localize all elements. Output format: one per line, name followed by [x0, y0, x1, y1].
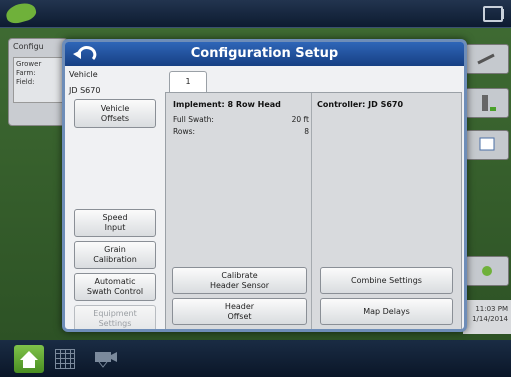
- calibrate-header-sensor-button[interactable]: Calibrate Header Sensor: [172, 267, 307, 294]
- camera-icon[interactable]: [94, 350, 118, 368]
- background-config-title: Configu: [13, 42, 44, 51]
- header-offset-button[interactable]: Header Offset: [172, 298, 307, 325]
- tab-1[interactable]: 1: [169, 71, 207, 93]
- rows-value: 8: [304, 127, 309, 136]
- full-swath-label: Full Swath:: [173, 115, 214, 124]
- device-button[interactable]: [465, 88, 509, 118]
- map-delays-button[interactable]: Map Delays: [320, 298, 453, 325]
- right-sidebar: 11:03 PM 1/14/2014: [463, 38, 511, 334]
- equipment-settings-button: Equipment Settings: [74, 305, 156, 329]
- controller-column: Controller: JD S670 Combine Settings Map…: [314, 93, 459, 329]
- full-swath-value: 20 ft: [291, 115, 309, 124]
- bottom-bar: [0, 340, 511, 377]
- tab-panel: Implement: 8 Row Head Full Swath: 20 ft …: [165, 92, 462, 329]
- clock-display: 11:03 PM 1/14/2014: [463, 300, 511, 334]
- full-swath-row: Full Swath: 20 ft: [173, 115, 309, 124]
- vehicle-name: JD S670: [69, 86, 101, 95]
- time-text: 11:03 PM: [475, 305, 508, 313]
- rows-label: Rows:: [173, 127, 196, 136]
- speed-input-button[interactable]: Speed Input: [74, 209, 156, 237]
- grid-icon[interactable]: [55, 349, 75, 369]
- date-text: 1/14/2014: [472, 315, 508, 323]
- vehicle-column: Vehicle JD S670 Vehicle Offsets Speed In…: [65, 66, 165, 329]
- implement-heading: Implement: 8 Row Head: [173, 100, 281, 109]
- automatic-swath-control-button[interactable]: Automatic Swath Control: [74, 273, 156, 301]
- vehicle-offsets-button[interactable]: Vehicle Offsets: [74, 99, 156, 128]
- map-button[interactable]: [465, 256, 509, 286]
- tool-button[interactable]: [465, 44, 509, 74]
- vehicle-label: Vehicle: [69, 70, 98, 79]
- home-icon: [20, 351, 38, 368]
- display-toggle-icon[interactable]: [483, 6, 504, 22]
- dialog-title: Configuration Setup: [190, 46, 339, 61]
- rows-row: Rows: 8: [173, 127, 309, 136]
- calendar-icon: [479, 137, 495, 151]
- field-label: Field:: [16, 78, 35, 86]
- background-grower-box: Grower Farm: Field:: [13, 57, 65, 103]
- device-icon: [482, 95, 496, 111]
- farm-label: Farm:: [16, 69, 36, 77]
- dialog-title-bar: Configuration Setup: [65, 42, 464, 66]
- background-config-panel: Configu Grower Farm: Field:: [8, 38, 68, 126]
- grower-label: Grower: [16, 60, 42, 68]
- map-icon: [482, 266, 492, 276]
- grain-calibration-button[interactable]: Grain Calibration: [74, 241, 156, 269]
- implement-column: Implement: 8 Row Head Full Swath: 20 ft …: [170, 93, 312, 329]
- configuration-setup-dialog: Configuration Setup Vehicle JD S670 Vehi…: [62, 39, 467, 332]
- calendar-button[interactable]: [465, 130, 509, 160]
- wrench-icon: [477, 53, 495, 65]
- home-button[interactable]: [14, 345, 44, 373]
- top-bar: [0, 0, 511, 28]
- controller-heading: Controller: JD S670: [317, 100, 404, 109]
- brand-logo-icon: [4, 0, 38, 26]
- combine-settings-button[interactable]: Combine Settings: [320, 267, 453, 294]
